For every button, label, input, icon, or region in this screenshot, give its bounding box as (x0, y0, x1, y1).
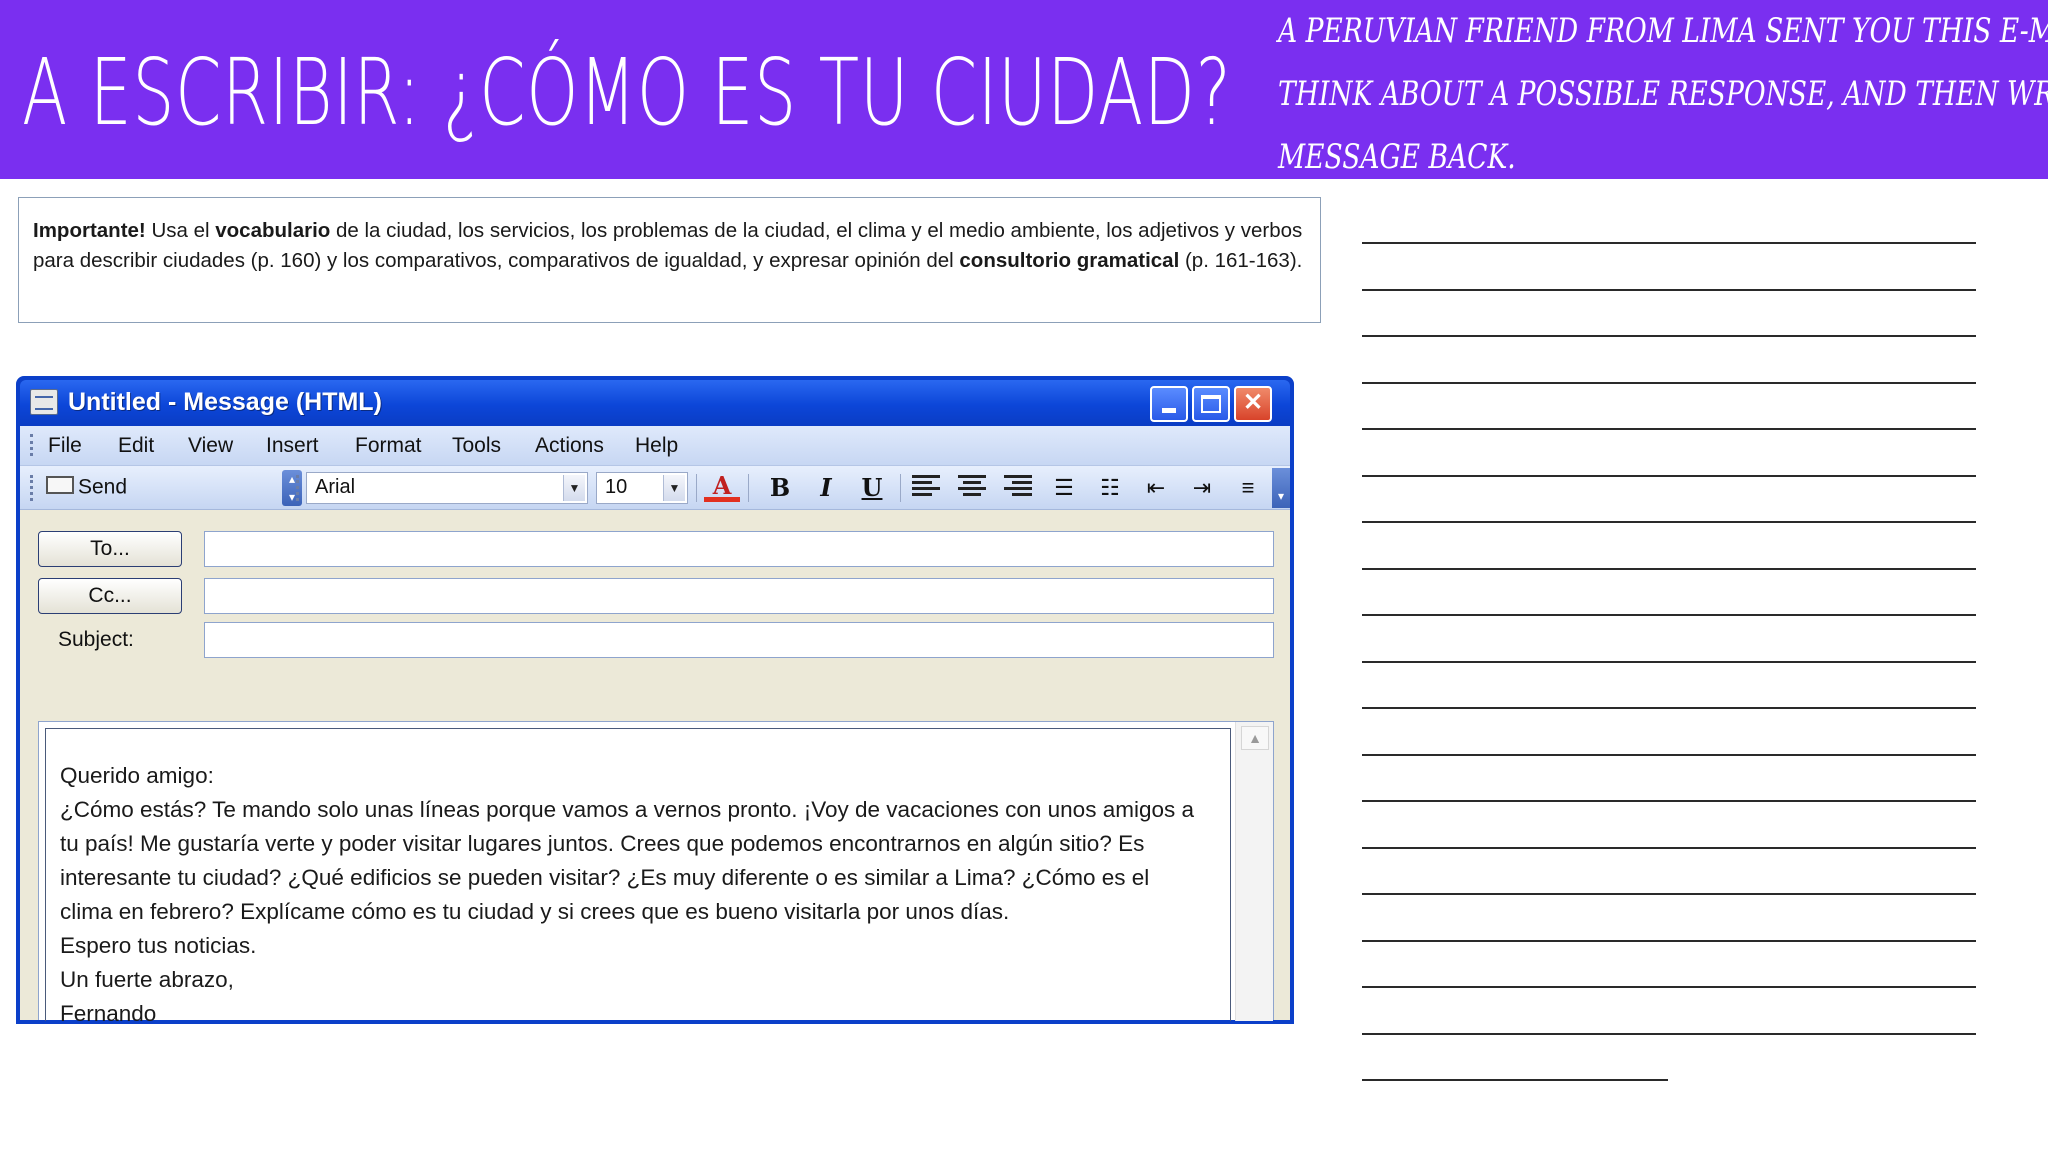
toolbar-overflow-chevron[interactable]: ▴ ▾ (282, 470, 302, 506)
horizontal-line-icon[interactable]: ≡ (1230, 472, 1266, 504)
align-center-icon[interactable] (954, 472, 990, 504)
message-line: clima en febrero? Explícame cómo es tu c… (60, 899, 1010, 924)
answer-line (1362, 428, 1976, 430)
email-window: Untitled - Message (HTML) ✕ File Edit Vi… (16, 376, 1294, 1026)
answer-line (1362, 940, 1976, 942)
page-title: A escribir: ¿Cómo es tu ciudad? (22, 39, 1232, 146)
answer-line (1362, 614, 1976, 616)
increase-indent-icon[interactable]: ⇥ (1184, 472, 1220, 504)
align-right-icon[interactable] (1000, 472, 1036, 504)
answer-line (1362, 847, 1976, 849)
bullets-icon[interactable]: ☰ (1046, 472, 1082, 504)
answer-line (1362, 382, 1976, 384)
answer-line-short (1362, 1079, 1668, 1081)
answer-line (1362, 707, 1976, 709)
toolbar-separator (900, 474, 901, 502)
toolbar-grip[interactable] (30, 475, 33, 501)
answer-line (1362, 893, 1976, 895)
scroll-up-icon[interactable]: ▲ (1241, 726, 1269, 750)
toolbar-options-chevron[interactable]: ▾ (1272, 468, 1290, 508)
answer-line (1362, 475, 1976, 477)
answer-line (1362, 661, 1976, 663)
message-body[interactable]: Querido amigo: ¿Cómo estás? Te mando sol… (45, 728, 1231, 1026)
chevron-down-icon[interactable]: ▼ (663, 475, 685, 501)
answer-line (1362, 986, 1976, 988)
send-button[interactable]: Send (46, 475, 276, 503)
numbering-icon[interactable]: ☷ (1092, 472, 1128, 504)
important-lead: Importante! (33, 219, 146, 242)
toolbar-grip-2[interactable] (296, 475, 299, 501)
message-body-area[interactable]: Querido amigo: ¿Cómo estás? Te mando sol… (38, 721, 1274, 1026)
maximize-button[interactable] (1192, 386, 1230, 422)
window-title: Untitled - Message (HTML) (68, 388, 382, 416)
menu-bar: File Edit View Insert Format Tools Actio… (20, 426, 1290, 466)
window-titlebar[interactable]: Untitled - Message (HTML) ✕ (20, 380, 1290, 426)
close-icon: ✕ (1242, 389, 1264, 416)
answer-line (1362, 521, 1976, 523)
important-text-3: (p. 161-163). (1179, 249, 1303, 272)
important-vocab: vocabulario (215, 219, 331, 242)
chevron-down-icon[interactable]: ▼ (563, 475, 585, 501)
bold-button[interactable]: B (762, 472, 798, 504)
answer-line (1362, 1033, 1976, 1035)
subject-label: Subject: (58, 628, 134, 651)
italic-button[interactable]: I (808, 472, 844, 504)
answer-line (1362, 335, 1976, 337)
message-line: Un fuerte abrazo, (60, 967, 234, 992)
instructions-line-1: A Peruvian friend from Lima sent you thi… (1278, 11, 2048, 51)
message-line: Espero tus noticias. (60, 933, 257, 958)
menu-insert[interactable]: Insert (266, 434, 319, 458)
minimize-icon (1162, 408, 1176, 413)
cc-input[interactable] (204, 578, 1274, 614)
important-note: Importante! Usa el vocabulario de la ciu… (18, 197, 1321, 323)
toolbar-separator (696, 474, 697, 502)
to-button[interactable]: To... (38, 531, 182, 567)
message-line: Fernando (60, 1001, 157, 1026)
message-line: ¿Cómo estás? Te mando solo unas líneas p… (60, 797, 1194, 822)
minimize-button[interactable] (1150, 386, 1188, 422)
font-select[interactable]: Arial ▼ (306, 472, 588, 504)
font-size-value: 10 (605, 476, 628, 498)
important-text-1: Usa el (145, 219, 216, 242)
font-select-value: Arial (315, 476, 356, 498)
message-line: tu país! Me gustaría verte y poder visit… (60, 831, 1145, 856)
window-body: File Edit View Insert Format Tools Actio… (20, 426, 1290, 1026)
instructions: A Peruvian friend from Lima sent you thi… (1278, 0, 2048, 179)
answer-line (1362, 568, 1976, 570)
envelope-icon (30, 389, 58, 415)
font-color-icon[interactable]: A (704, 472, 740, 502)
answer-line (1362, 242, 1976, 244)
font-size-select[interactable]: 10 ▼ (596, 472, 688, 504)
menu-format[interactable]: Format (355, 434, 422, 458)
menu-actions[interactable]: Actions (535, 434, 604, 458)
formatting-toolbar: Send ▴ ▾ Arial ▼ 10 ▼ A B I U ☰ ☷ ⇤ ⇥ ≡ … (20, 466, 1290, 510)
close-button[interactable]: ✕ (1234, 386, 1272, 422)
answer-line (1362, 800, 1976, 802)
menu-help[interactable]: Help (635, 434, 678, 458)
to-input[interactable] (204, 531, 1274, 567)
maximize-icon (1201, 395, 1221, 413)
message-line: Querido amigo: (60, 763, 214, 788)
send-label: Send (78, 475, 128, 499)
message-line: interesante tu ciudad? ¿Qué edificios se… (60, 865, 1150, 890)
cc-button[interactable]: Cc... (38, 578, 182, 614)
menu-tools[interactable]: Tools (452, 434, 501, 458)
header-band: A escribir: ¿Cómo es tu ciudad? A Peruvi… (0, 0, 2048, 179)
vertical-scrollbar[interactable]: ▲ (1235, 722, 1273, 1021)
menu-grip[interactable] (30, 434, 33, 456)
answer-line (1362, 754, 1976, 756)
answer-line (1362, 289, 1976, 291)
underline-button[interactable]: U (854, 472, 890, 504)
align-left-icon[interactable] (908, 472, 944, 504)
menu-file[interactable]: File (48, 434, 82, 458)
menu-edit[interactable]: Edit (118, 434, 154, 458)
instructions-line-2: Think about a possible response, and the… (1278, 74, 2048, 114)
important-consult: consultorio gramatical (959, 249, 1180, 272)
toolbar-separator (748, 474, 749, 502)
send-icon (46, 476, 74, 495)
instructions-line-3: message back. (1278, 137, 1516, 177)
decrease-indent-icon[interactable]: ⇤ (1138, 472, 1174, 504)
subject-input[interactable] (204, 622, 1274, 658)
menu-view[interactable]: View (188, 434, 233, 458)
